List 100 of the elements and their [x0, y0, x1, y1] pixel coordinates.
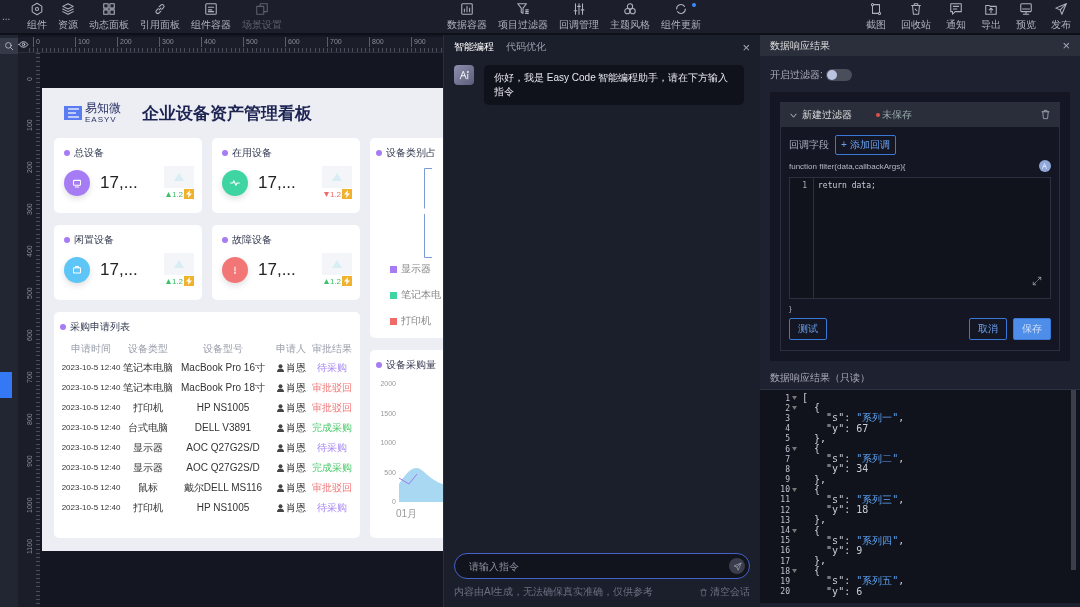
filter-icon [516, 1, 530, 16]
line-number: 1 [784, 393, 790, 403]
toolbar-button[interactable]: 回调管理 [556, 1, 602, 32]
hexagon-icon [30, 1, 44, 16]
status-text: 审批驳回 [311, 381, 353, 395]
bullet-icon [64, 237, 70, 243]
table-cell-text: 2023-10-5 12:40 [60, 462, 122, 474]
table-cell-text: AOC Q27G2S/D [185, 461, 261, 475]
disclaimer-text: 内容由AI生成，无法确保真实准确，仅供参考 [454, 585, 654, 599]
chat-message: 你好，我是 Easy Code 智能编程助手，请在下方输入指令 [484, 65, 744, 105]
table-cell-text: AOC Q27G2S/D [185, 441, 261, 455]
toolbar-button[interactable]: 导出 [978, 1, 1004, 32]
bullet-icon [222, 237, 228, 243]
action-button[interactable]: 取消 [969, 318, 1007, 340]
column-header: 设备型号 [202, 342, 244, 356]
expand-icon [1032, 276, 1042, 286]
toolbar-button[interactable]: 组件更新 [658, 1, 704, 32]
close-button[interactable]: × [742, 39, 750, 55]
caret-icon[interactable] [791, 569, 797, 574]
field-label: 回调字段 [789, 138, 829, 152]
toolbar-button[interactable]: 组件容器 [188, 1, 234, 32]
section-label: 数据响应结果（只读） [770, 371, 871, 385]
column-header: 申请人 [275, 342, 307, 356]
toolbar-button[interactable]: 项目过滤器 [495, 1, 551, 32]
tab[interactable]: 智能编程 [454, 40, 494, 54]
user-icon [276, 404, 284, 412]
code-line: "y": 18 [825, 505, 869, 516]
code-line: "y": 34 [825, 464, 869, 475]
scroll-thumb[interactable] [0, 372, 12, 398]
stat-label: 闲置设备 [74, 233, 114, 247]
send-icon [732, 561, 742, 571]
toolbar-button[interactable]: 动态面板 [86, 1, 132, 32]
link-icon [153, 1, 167, 16]
toolbar-button[interactable]: 发布 [1048, 1, 1074, 32]
line-number: 2 [784, 403, 790, 413]
trash-icon [1040, 108, 1051, 120]
table-cell: 肖恩 [285, 441, 306, 455]
scroll-bar[interactable] [1071, 390, 1076, 570]
code-line: { [813, 525, 821, 536]
circles-icon [623, 1, 637, 16]
caret-icon[interactable] [791, 528, 797, 533]
status-text: 审批驳回 [311, 481, 353, 495]
status-text: 待采购 [316, 441, 348, 455]
more-menu[interactable]: ... [0, 11, 18, 22]
user-icon [276, 364, 284, 372]
toolbar-button[interactable]: 通知 [943, 1, 969, 32]
notification-dot [692, 2, 696, 7]
triangle-icon [174, 173, 184, 181]
caret-icon[interactable] [791, 447, 797, 452]
stat-value: 17,... [100, 172, 139, 193]
stat-label: 故障设备 [232, 233, 272, 247]
table-cell-text: 打印机 [132, 501, 164, 515]
status-text: 审批驳回 [311, 401, 353, 415]
close-button[interactable]: × [1062, 38, 1070, 53]
table-cell: 肖恩 [285, 401, 306, 415]
toolbar-button[interactable]: 预览 [1013, 1, 1039, 32]
code-line: "y": 67 [825, 423, 869, 434]
code-line: "s": "系列五", [825, 576, 905, 587]
toolbar-button[interactable]: 截图 [863, 1, 889, 32]
triangle-icon [174, 260, 184, 268]
clear-button[interactable]: 清空会话 [699, 585, 750, 599]
line-number: 4 [784, 424, 790, 434]
toolbar-button[interactable]: 资源 [55, 1, 81, 32]
table-cell-text: 2023-10-5 12:40 [60, 422, 122, 434]
toolbar-button[interactable]: 数据容器 [444, 1, 490, 32]
filter-name: 新建过滤器 [802, 108, 852, 122]
table-cell: 肖恩 [285, 421, 306, 435]
table-cell: 肖恩 [285, 361, 306, 375]
table-cell-text: 显示器 [132, 441, 164, 455]
search-icon [4, 41, 14, 51]
change-value: 1.2 [329, 276, 341, 286]
code-line: "y": 6 [825, 586, 863, 597]
toolbar-button[interactable]: 引用面板 [137, 1, 183, 32]
action-button[interactable]: 测试 [789, 318, 827, 340]
bullet-icon [222, 150, 228, 156]
tab[interactable]: 代码优化 [506, 40, 546, 54]
code-line: "s": "系列二", [825, 454, 905, 465]
code-line: { [813, 566, 821, 577]
bullet-icon [376, 150, 382, 156]
caret-icon[interactable] [791, 487, 797, 492]
filter-switch[interactable] [825, 69, 852, 81]
change-value: 1.2 [329, 189, 341, 199]
toolbar-button[interactable]: 组件 [24, 1, 50, 32]
toolbar-button[interactable]: 回收站 [898, 1, 934, 32]
search-button[interactable] [0, 38, 18, 54]
prompt-field[interactable]: 请输入指令 [454, 553, 750, 579]
message-icon [949, 1, 963, 16]
card-title: 设备类别占 [386, 146, 436, 160]
bullet-icon [64, 150, 70, 156]
code-line: "s": "系列一", [825, 413, 905, 424]
add-callback-button[interactable]: + 添加回调 [835, 135, 896, 155]
chart-icon [460, 1, 474, 16]
user-icon [276, 504, 284, 512]
eye-icon [18, 39, 29, 50]
table-cell-text: 2023-10-5 12:40 [60, 382, 122, 394]
code-editor[interactable]: 1 return data; [789, 177, 1051, 299]
line-number: 3 [784, 413, 790, 423]
toolbar-button[interactable]: 主题风格 [607, 1, 653, 32]
crop-icon [869, 1, 883, 16]
table-cell-text: 打印机 [132, 401, 164, 415]
